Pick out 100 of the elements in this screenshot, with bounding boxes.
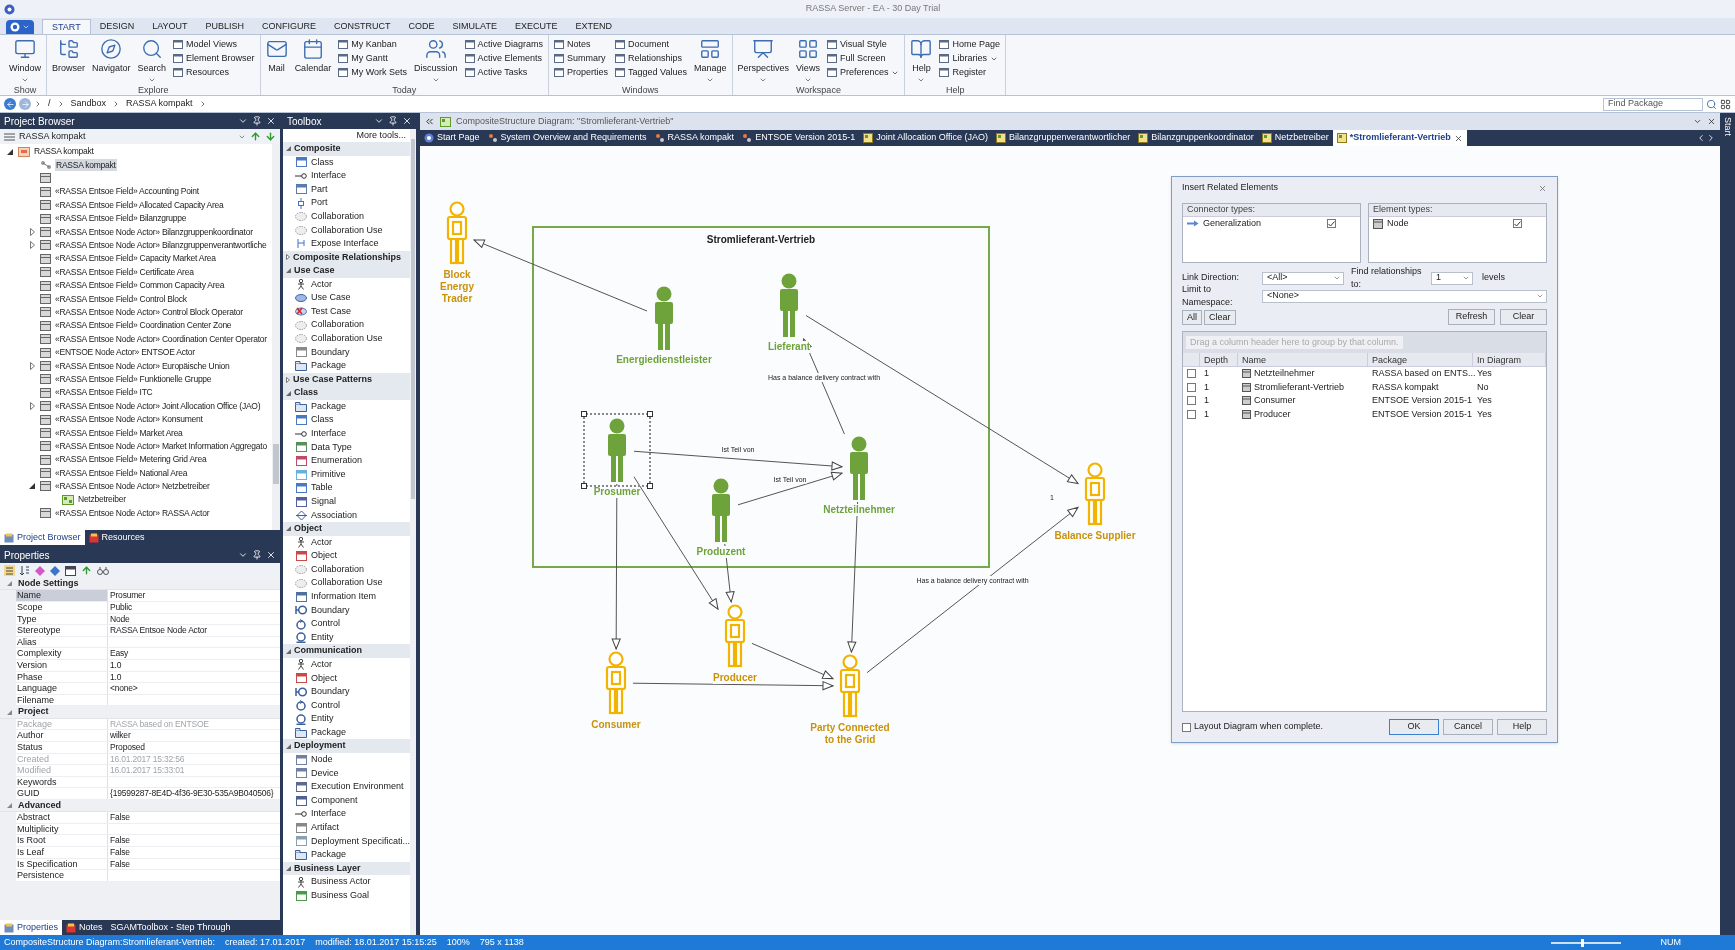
toolbox-item[interactable]: Port [283,196,411,210]
categorized-icon[interactable] [4,565,15,576]
ribbon-small-button[interactable]: Home Page [937,38,1002,51]
ribbon-tab[interactable]: CONSTRUCT [325,19,400,34]
tree-item[interactable]: «RASSA Entsoe Node Actor» Netzbetreiber [54,480,211,493]
toolbox-item[interactable]: Association [283,508,411,523]
toolbox-item[interactable]: Collaboration Use [283,332,411,346]
toolbox-item[interactable]: Business Goal [283,888,411,903]
tree-item[interactable]: «RASSA Entsoe Field» Accounting Point [54,185,200,199]
dialog-button[interactable]: OK [1389,719,1439,735]
ribbon-small-button[interactable]: Relationships [613,52,689,65]
toolbox-item[interactable]: Collaboration [283,318,411,333]
toolbox-item[interactable]: Signal [283,494,411,509]
collapsed-icon[interactable] [29,228,35,237]
property-value[interactable]: Public [108,602,280,613]
tree-item[interactable]: «ENTSOE Node Actor» ENTSOE Actor [54,346,196,359]
ribbon-button[interactable]: Views [794,38,822,84]
toolbox-item[interactable]: Package [283,399,411,414]
ribbon-button[interactable]: Discussion [412,38,460,84]
toolbox-section-header[interactable]: Composite Relationships [283,250,411,265]
toolbox-item[interactable]: Actor [283,657,411,672]
toolbox-item[interactable]: Package [283,848,411,862]
ribbon-small-button[interactable]: Visual Style [824,38,902,51]
scrollbar[interactable] [410,129,416,935]
property-value[interactable]: Node [108,613,280,625]
selected-actor-figure[interactable] [583,413,651,487]
ribbon-small-button[interactable]: Preferences [824,66,902,79]
toolbox-item[interactable]: Object [283,549,411,563]
app-menu-button[interactable] [6,20,34,34]
ribbon-button[interactable]: Manage [691,38,729,84]
toolbox-item[interactable]: Execution Environment [283,780,411,794]
breadcrumb-item[interactable]: RASSA kompakt [123,97,196,111]
dialog-button[interactable]: Cancel [1443,719,1493,735]
scrollbar[interactable] [272,144,280,530]
ribbon-small-button[interactable]: Element Browser [171,52,257,65]
tree-item[interactable]: «RASSA Entsoe Field» Common Capacity Area [54,279,226,292]
ribbon-small-button[interactable]: Summary [552,52,611,65]
close-icon[interactable] [266,116,276,126]
collapsed-icon[interactable] [29,402,35,411]
ribbon-button[interactable]: Perspectives [735,38,792,84]
property-value[interactable]: <none> [108,683,280,694]
ribbon-small-button[interactable]: My Kanban [336,38,409,51]
panel-tab[interactable]: Properties [0,920,63,935]
ribbon-tab[interactable]: LAYOUT [143,19,197,34]
slider-thumb[interactable] [1580,938,1584,947]
tree-item[interactable]: «RASSA Entsoe Field» ITC [54,386,154,400]
toolbox-item[interactable]: Business Actor [283,875,411,889]
ribbon-button[interactable]: Help [908,38,935,84]
binoculars-icon[interactable] [97,566,109,575]
expanded-icon[interactable] [29,483,35,490]
tree-item[interactable]: «RASSA Entsoe Field» Coordination Center Zone [54,319,233,333]
close-icon[interactable] [1707,117,1716,126]
scroll-left-icon[interactable] [1696,133,1706,143]
toolbox-item[interactable]: Node [283,752,411,767]
ribbon-tab[interactable]: START [42,19,91,34]
toolbox-section-header[interactable]: Deployment [283,739,411,753]
dropdown-field[interactable]: 1 [1431,271,1473,285]
tree-item[interactable]: «RASSA Entsoe Field» Bilanzgruppe [54,212,188,225]
back-button[interactable] [4,98,16,110]
tree-item[interactable]: RASSA kompakt [33,145,95,159]
property-value[interactable]: wilker [108,730,280,741]
tree-item[interactable]: «RASSA Entsoe Node Actor» Konsument [54,413,204,426]
pin-icon[interactable] [252,550,262,560]
window-icon[interactable] [65,565,76,576]
toolbox-item[interactable]: Test Case [283,304,411,319]
tree-item[interactable]: «RASSA Entsoe Node Actor» Bilanzgruppenkoordinator [54,225,254,239]
ribbon-tab[interactable]: CONFIGURE [253,19,326,34]
ribbon-button[interactable]: Calendar [292,38,334,84]
dialog-button[interactable]: Refresh [1448,309,1495,325]
sort-icon[interactable] [20,565,30,576]
ribbon-small-button[interactable]: Active Diagrams [462,38,546,51]
arrow-up-icon[interactable] [81,565,92,576]
menu-icon[interactable] [4,132,15,141]
search-field[interactable]: Find Package [1603,97,1703,111]
ribbon-tab[interactable]: EXTEND [566,19,621,34]
toolbox-item[interactable]: Interface [283,427,411,441]
property-value[interactable]: Easy [108,648,280,659]
checkbox[interactable] [1187,382,1196,392]
ribbon-small-button[interactable]: Resources [171,66,257,79]
toolbox-item[interactable]: Interface [283,807,411,821]
pin-icon[interactable] [252,116,262,126]
toolbox-section-header[interactable]: Communication [283,644,411,658]
toolbox-section-header[interactable]: Business Layer [283,861,411,876]
dropdown-field[interactable]: <None> [1262,289,1547,303]
toolbox-item[interactable]: Component [283,793,411,808]
toolbox-item[interactable]: Actor [283,277,411,292]
property-value[interactable]: False [108,847,280,858]
ribbon-small-button[interactable]: Document [613,38,689,51]
ribbon-small-button[interactable]: My Gantt [336,52,409,65]
toolbox-item[interactable]: Collaboration [283,209,411,224]
ribbon-small-button[interactable]: Tagged Values [613,66,689,79]
toolbox-item[interactable]: Data Type [283,440,411,455]
document-tab[interactable]: Joint Allocation Office (JAO) [859,130,993,146]
toolbox-section-header[interactable]: Use Case Patterns [283,372,411,387]
pin-icon[interactable] [388,116,398,126]
document-tab[interactable]: Bilanzgruppenkoordinator [1134,130,1258,146]
dropdown-icon[interactable] [238,550,248,560]
ribbon-small-button[interactable]: Model Views [171,38,257,51]
toolbox-item[interactable]: Boundary [283,603,411,618]
panel-tab[interactable]: Notes [62,920,107,935]
